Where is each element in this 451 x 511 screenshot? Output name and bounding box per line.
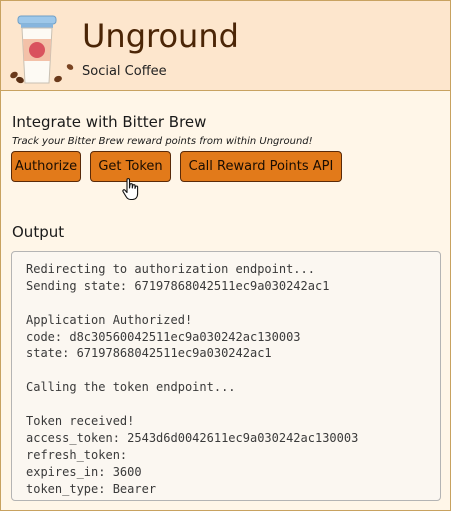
log-line: Application Authorized! [26,312,193,327]
authorize-button[interactable]: Authorize [11,151,81,182]
app-header: Unground Social Coffee [1,1,450,91]
call-reward-points-api-button[interactable]: Call Reward Points API [180,151,342,182]
integration-title: Integrate with Bitter Brew [12,113,207,131]
coffee-cup-icon [10,15,74,84]
log-line: Calling the token endpoint... [26,380,236,395]
app-subtitle: Social Coffee [82,64,167,79]
app-window: Unground Social Coffee Integrate with Bi… [0,0,451,511]
app-title: Unground [82,17,239,55]
log-line: Redirecting to authorization endpoint... [26,262,315,276]
log-line: token_type: Bearer [26,481,157,496]
output-log[interactable]: Redirecting to authorization endpoint...… [11,251,441,501]
log-line: refresh_token: [26,447,128,462]
log-line: state: 67197868042511ec9a030242ac1 [26,346,272,361]
log-line: Sending state: 67197868042511ec9a030242a… [26,278,330,293]
log-line: expires_in: 3600 [26,464,142,479]
log-line: code: d8c30560042511ec9a030242ac130003 [26,329,301,344]
output-title: Output [12,223,65,241]
hand-pointer-icon [122,178,139,201]
log-line: Token received! [26,414,135,429]
log-line: access_token: 2543d6d0042611ec9a030242ac… [26,430,359,445]
integration-description: Track your Bitter Brew reward points fro… [12,136,313,147]
